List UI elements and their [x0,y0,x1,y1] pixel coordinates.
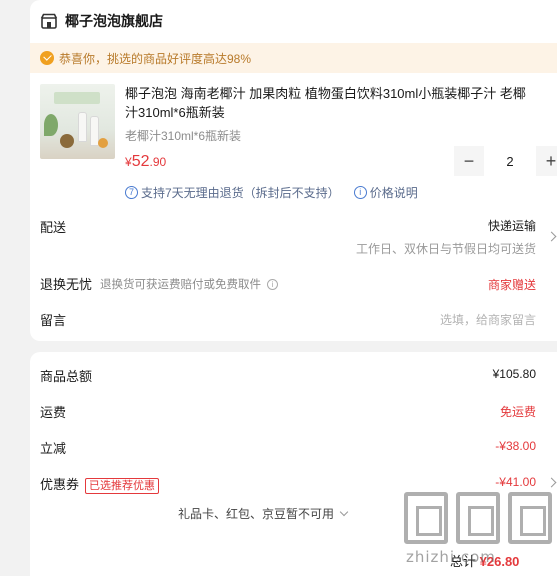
thumb-bottle [78,112,87,142]
delivery-method[interactable]: 快递运输 [488,217,536,234]
checkmark-badge-icon [40,51,54,65]
increase-button[interactable]: + [536,146,557,176]
shipping-label: 运费 [40,405,67,420]
quantity-value[interactable]: 2 [484,146,536,176]
returns-label: 退换无忧 [40,277,93,292]
discount-value: -¥38.00 [495,439,536,453]
promo-text: 恭喜你，挑选的商品好评度高达98% [59,51,252,66]
goods-total-label: 商品总额 [40,369,93,384]
chevron-down-icon [339,507,349,517]
thumb-leaf [44,114,58,136]
store-name: 椰子泡泡旗舰店 [65,13,163,29]
product-thumbnail[interactable] [40,84,115,159]
returns-value[interactable]: 商家赠送 [488,276,536,293]
goods-total-value: ¥105.80 [492,367,536,381]
returns-note: 退换货可获运费赔付或免费取件 i [100,276,278,292]
service-row: 7 支持7天无理由退货（拆封后不支持） i 价格说明 [125,183,418,201]
delivery-note[interactable]: 工作日、双休日与节假日均可送货 [356,240,536,257]
price-currency: ¥ [125,155,132,169]
order-item-card: 椰子泡泡旗舰店 恭喜你，挑选的商品好评度高达98% 椰子泡泡 海南老椰汁 加果肉… [30,0,557,341]
product-spec[interactable]: 老椰汁310ml*6瓶新装 [125,127,241,144]
watermark-logo: zhizhi.com [404,492,557,576]
decrease-button[interactable]: − [454,146,484,176]
info-icon[interactable]: i [267,278,278,290]
coupon-value[interactable]: -¥41.00 [495,475,536,489]
store-header[interactable]: 椰子泡泡旗舰店 [40,10,163,32]
thumb-coconut [60,134,74,148]
price-integer: 52 [131,153,150,170]
product-title-line1[interactable]: 椰子泡泡 海南老椰汁 加果肉粒 植物蛋白饮料310ml小瓶装椰子汁 老椰 [125,84,557,103]
product-price: ¥52.90 [125,153,166,171]
watermark-glyph [404,492,448,544]
store-icon [40,13,58,29]
coupon-tag: 已选推荐优惠 [85,477,160,494]
message-input[interactable]: 选填，给商家留言 [440,311,536,328]
coupon-chevron-icon[interactable] [546,477,557,488]
thumb-label [54,92,100,104]
coupon-row[interactable]: 优惠券 已选推荐优惠 [40,474,160,494]
thumb-fruit [98,138,108,148]
coupon-label: 优惠券 [40,477,80,492]
quantity-stepper: − 2 + [454,146,557,176]
discount-label: 立减 [40,441,67,456]
watermark-glyph [456,492,500,544]
gift-card-toggle[interactable]: 礼品卡、红包、京豆暂不可用 [178,505,349,522]
info-icon: i [353,185,367,199]
shipping-value: 免运费 [499,405,536,419]
message-label: 留言 [40,313,67,328]
gift-card-note: 礼品卡、红包、京豆暂不可用 [178,507,335,521]
return-policy-text[interactable]: 支持7天无理由退货（拆封后不支持） [141,184,340,201]
price-note-link[interactable]: 价格说明 [370,184,418,201]
delivery-chevron-icon[interactable] [546,231,557,242]
price-decimal: .90 [149,155,167,169]
delivery-label: 配送 [40,220,67,235]
promo-banner: 恭喜你，挑选的商品好评度高达98% [30,43,557,73]
product-title-line2[interactable]: 汁310ml*6瓶新装 [125,103,557,122]
returns-note-text: 退换货可获运费赔付或免费取件 [100,279,261,291]
watermark-text: zhizhi.com [406,548,496,566]
watermark-glyph [508,492,552,544]
seven-day-return-icon: 7 [125,185,138,199]
